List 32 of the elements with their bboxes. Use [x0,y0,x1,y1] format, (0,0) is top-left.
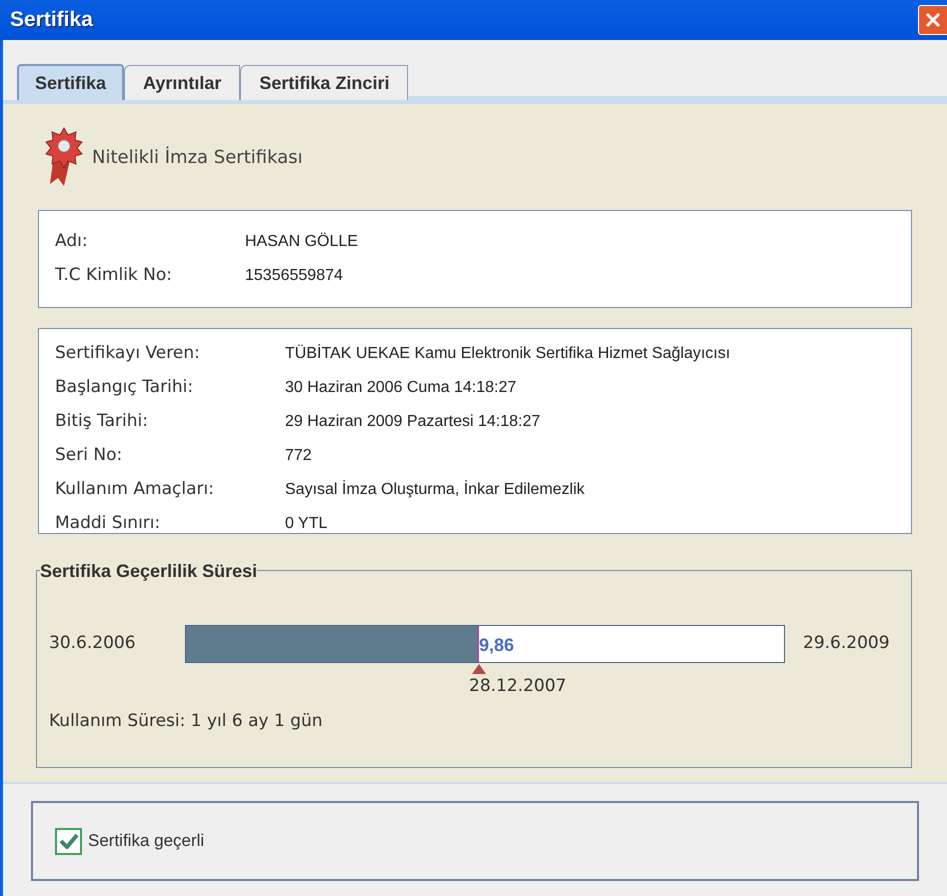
field-value: Sayısal İmza Oluşturma, İnkar Edilemezlik [285,479,585,500]
award-ribbon-icon [44,126,84,188]
end-date: 29.6.2009 [803,632,890,656]
usage-duration: Kullanım Süresi: 1 yıl 6 ay 1 gün [49,710,324,733]
field-label: T.C Kimlik No: [55,264,174,288]
tab[interactable]: Sertifika [17,64,124,100]
checkbox-label: Sertifika geçerli [88,830,204,852]
field-label: Bitiş Tarihi: [55,410,149,434]
tab[interactable]: Sertifika Zinciri [240,65,408,100]
field-label: Seri No: [55,444,124,468]
field-value: HASAN GÖLLE [245,232,358,252]
progress-text: 9,86 [479,634,514,657]
current-date: 28.12.2007 [469,675,566,698]
field-value: 0 YTL [285,514,328,533]
field-label: Sertifikayı Veren: [55,342,201,366]
certificate-title: Nitelikli İmza Sertifikası [92,146,303,170]
window-title: Sertifika [10,7,93,34]
close-button[interactable] [918,5,947,35]
check-icon [58,833,78,849]
field-label: Başlangıç Tarihi: [55,376,194,400]
field-label: Maddi Sınırı: [55,512,162,533]
checkbox[interactable] [55,828,82,854]
field-value: TÜBİTAK UEKAE Kamu Elektronik Sertifika Hizmet Sağlayıcısı [285,343,730,364]
field-label: Kullanım Amaçları: [55,478,215,502]
start-date: 30.6.2006 [49,632,137,656]
field-value: 30 Haziran 2006 Cuma 14:18:27 [285,378,516,398]
field-value: 15356559874 [245,266,343,286]
field-label: Adı: [55,230,89,254]
close-icon [924,11,942,29]
tab[interactable]: Ayrıntılar [124,65,240,100]
field-value: 29 Haziran 2009 Pazartesi 14:18:27 [285,412,540,432]
field-value: 772 [285,446,312,466]
